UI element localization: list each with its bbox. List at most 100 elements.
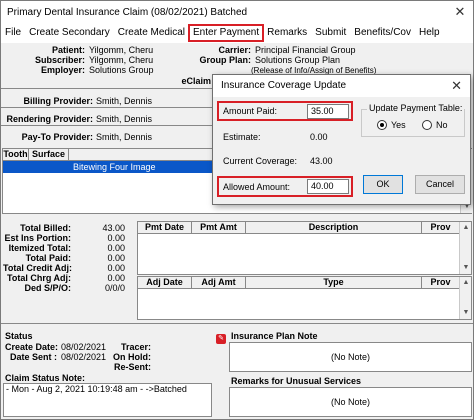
total-credit-adj-label: Total Credit Adj:: [3, 263, 72, 273]
col-adj-amt[interactable]: Adj Amt: [192, 277, 246, 288]
cancel-button[interactable]: Cancel: [415, 175, 465, 194]
adjustments-grid-header: Adj Date Adj Amt Type Prov: [138, 277, 459, 289]
total-billed-label: Total Billed:: [20, 223, 71, 233]
scroll-up-icon[interactable]: ▲: [460, 222, 472, 234]
adjustments-scrollbar[interactable]: ▲ ▼: [459, 277, 471, 319]
divider: [1, 88, 213, 89]
total-credit-adj-value: 0.00: [107, 263, 125, 273]
col-adj-date[interactable]: Adj Date: [138, 277, 192, 288]
insurance-plan-note-text: (No Note): [330, 352, 370, 362]
dialog-title: Insurance Coverage Update: [213, 75, 470, 97]
billing-provider-label: Billing Provider:: [23, 96, 93, 106]
col-pmt-amt[interactable]: Pmt Amt: [192, 222, 246, 233]
amount-paid-input[interactable]: 35.00: [307, 104, 349, 119]
col-pmt-date[interactable]: Pmt Date: [138, 222, 192, 233]
col-pmt-description[interactable]: Description: [246, 222, 422, 233]
subscriber-value: Yilgomm, Cheru: [89, 55, 154, 65]
total-chrg-adj-label: Total Chrg Adj:: [7, 273, 71, 283]
estimate-value: 0.00: [310, 132, 328, 142]
allowed-amount-label: Allowed Amount:: [223, 182, 291, 192]
yes-radio[interactable]: [377, 120, 387, 130]
status-note-box[interactable]: - Mon - Aug 2, 2021 10:19:48 am - ->Batc…: [3, 383, 212, 417]
title-bar: Primary Dental Insurance Claim (08/02/20…: [1, 1, 473, 23]
rendering-provider-label: Rendering Provider:: [6, 114, 93, 124]
insurance-plan-note-heading: Insurance Plan Note: [231, 331, 318, 341]
employer-value: Solutions Group: [89, 65, 154, 75]
group-plan-value: Solutions Group Plan: [255, 55, 341, 65]
dialog-close-icon[interactable]: ✕: [451, 75, 462, 97]
row-description: Bitewing Four Image: [73, 162, 156, 172]
col-pmt-prov[interactable]: Prov: [422, 222, 459, 233]
no-radio[interactable]: [422, 120, 432, 130]
menu-create-secondary[interactable]: Create Secondary: [25, 25, 114, 41]
claim-status-note-label: Claim Status Note:: [5, 373, 86, 383]
payments-scrollbar[interactable]: ▲ ▼: [459, 222, 471, 274]
current-coverage-label: Current Coverage:: [223, 156, 298, 166]
billing-provider-value: Smith, Dennis: [96, 96, 153, 106]
col-adj-prov[interactable]: Prov: [422, 277, 459, 288]
patient-value: Yilgomm, Cheru: [89, 45, 154, 55]
edit-note-icon[interactable]: ✎: [216, 334, 226, 344]
date-sent-value: 08/02/2021: [61, 352, 107, 362]
no-label: No: [436, 120, 448, 130]
est-ins-label: Est Ins Portion:: [4, 233, 71, 243]
scroll-down-icon[interactable]: ▼: [460, 307, 472, 319]
patient-label: Patient:: [51, 45, 85, 55]
employer-label: Employer:: [40, 65, 85, 75]
col-surface[interactable]: Surface: [29, 149, 69, 160]
col-adj-type[interactable]: Type: [246, 277, 422, 288]
allowed-amount-input[interactable]: 40.00: [307, 179, 349, 194]
re-sent-label: Re-Sent:: [113, 362, 151, 372]
current-coverage-value: 43.00: [310, 156, 333, 166]
ok-button[interactable]: OK: [363, 175, 403, 194]
est-ins-value: 0.00: [107, 233, 125, 243]
menu-remarks[interactable]: Remarks: [263, 25, 311, 41]
remarks-heading: Remarks for Unusual Services: [231, 376, 362, 386]
insurance-coverage-dialog: Insurance Coverage Update ✕ Amount Paid:…: [212, 74, 471, 205]
payto-provider-value: Smith, Dennis: [96, 132, 153, 142]
eclaim-label: eClaim: [181, 76, 211, 86]
total-billed-value: 43.00: [102, 223, 125, 233]
remarks-text: (No Note): [330, 397, 370, 407]
create-date-value: 08/02/2021: [61, 342, 107, 352]
itemized-total-value: 0.00: [107, 243, 125, 253]
close-icon[interactable]: ✕: [447, 4, 473, 20]
amount-paid-label: Amount Paid:: [223, 106, 278, 116]
total-paid-value: 0.00: [107, 253, 125, 263]
group-plan-label: Group Plan:: [199, 55, 252, 65]
rendering-provider-value: Smith, Dennis: [96, 114, 153, 124]
date-sent-label: Date Sent :: [9, 352, 57, 362]
status-heading: Status: [5, 331, 33, 341]
create-date-label: Create Date:: [5, 342, 59, 352]
update-payment-table-group: Update Payment Table: Yes No: [361, 103, 465, 137]
yes-label: Yes: [391, 120, 406, 130]
scroll-down-icon[interactable]: ▼: [460, 262, 472, 274]
menu-help[interactable]: Help: [415, 25, 444, 41]
menu-enter-payment[interactable]: Enter Payment: [187, 24, 265, 42]
divider: [1, 107, 213, 108]
total-chrg-adj-value: 0.00: [107, 273, 125, 283]
col-tooth[interactable]: Tooth: [3, 149, 29, 160]
menu-benefits-cov[interactable]: Benefits/Cov: [350, 25, 415, 41]
menu-bar: File Create Secondary Create Medical Ent…: [1, 23, 473, 43]
scroll-up-icon[interactable]: ▲: [460, 277, 472, 289]
divider: [1, 125, 213, 126]
total-paid-label: Total Paid:: [25, 253, 71, 263]
on-hold-label: On Hold:: [113, 352, 151, 362]
window-title: Primary Dental Insurance Claim (08/02/20…: [7, 6, 248, 18]
menu-file[interactable]: File: [1, 25, 25, 41]
menu-submit[interactable]: Submit: [311, 25, 350, 41]
menu-create-medical[interactable]: Create Medical: [114, 25, 189, 41]
remarks-box[interactable]: (No Note): [229, 387, 472, 417]
payto-provider-label: Pay-To Provider:: [21, 132, 93, 142]
subscriber-label: Subscriber:: [34, 55, 85, 65]
insurance-plan-note-box[interactable]: (No Note): [229, 342, 472, 372]
claim-window: Primary Dental Insurance Claim (08/02/20…: [0, 0, 474, 420]
itemized-total-label: Itemized Total:: [8, 243, 71, 253]
carrier-value: Principal Financial Group: [255, 45, 356, 55]
divider: [1, 323, 473, 324]
ded-spo-label: Ded S/P/O:: [24, 283, 71, 293]
status-note-text: - Mon - Aug 2, 2021 10:19:48 am - ->Batc…: [6, 384, 187, 394]
tracer-label: Tracer:: [120, 342, 151, 352]
payments-grid-header: Pmt Date Pmt Amt Description Prov: [138, 222, 459, 234]
